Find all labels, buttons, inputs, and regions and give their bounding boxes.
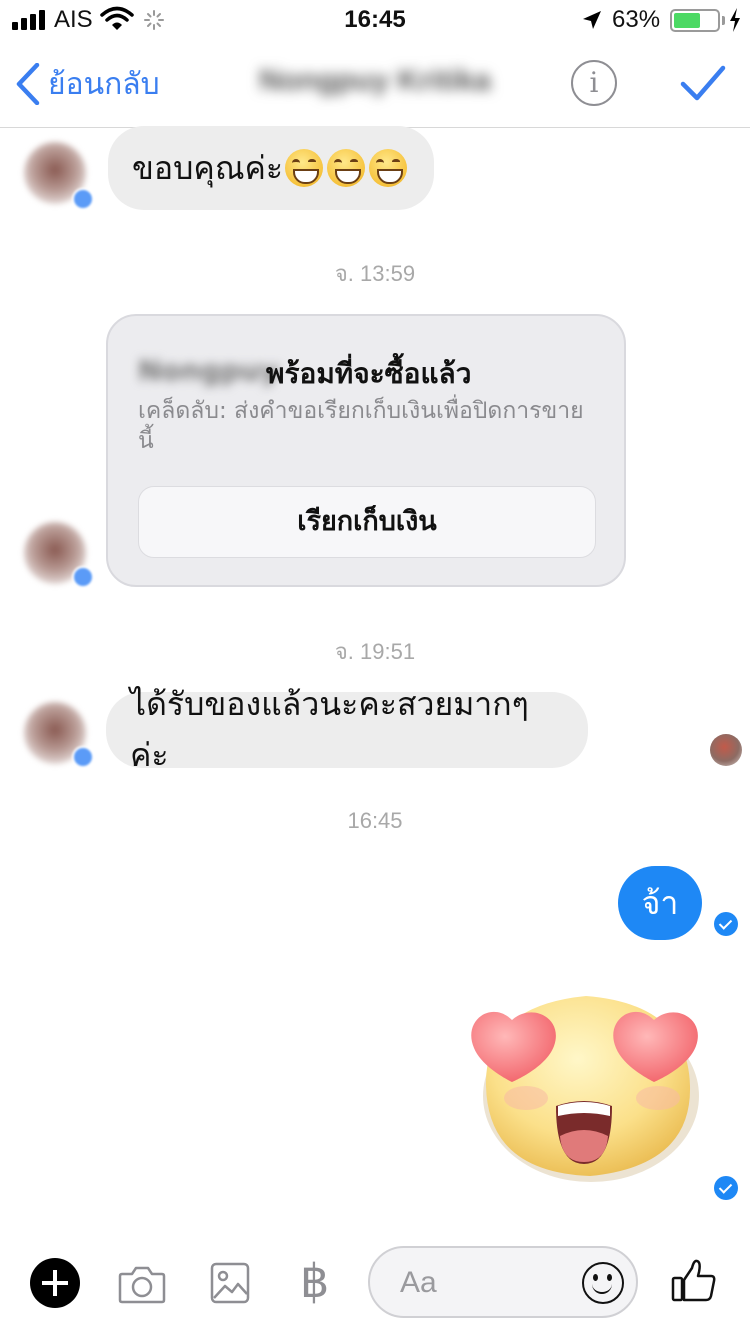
heart-eyes-sticker-icon[interactable] xyxy=(466,986,700,1186)
messenger-badge-icon xyxy=(72,566,94,588)
delivered-check-icon xyxy=(714,1176,738,1200)
battery-icon xyxy=(670,9,720,32)
conversation-header: ย้อนกลับ Nongpuy Kritika i xyxy=(0,40,750,128)
request-payment-button[interactable]: เรียกเก็บเงิน xyxy=(138,486,596,558)
incoming-message[interactable]: ได้รับของแล้วนะคะสวยมากๆค่ะ xyxy=(106,685,588,774)
camera-icon[interactable] xyxy=(118,1264,166,1304)
card-title: พร้อมที่จะซื้อแล้ว xyxy=(266,357,472,390)
ready-to-buy-card: Nongpuy พร้อมที่จะซื้อแล้ว เคล็ดลับ: ส่ง… xyxy=(106,314,626,587)
battery-percent: 63% xyxy=(612,6,661,33)
battery-cap xyxy=(722,16,725,25)
info-icon[interactable]: i xyxy=(571,60,617,106)
charging-bolt-icon xyxy=(730,8,740,32)
thumbs-up-icon[interactable] xyxy=(670,1256,718,1304)
plus-icon[interactable] xyxy=(30,1258,80,1308)
card-tip: เคล็ดลับ: ส่งคำขอเรียกเก็บเงินเพื่อปิดกา… xyxy=(138,398,584,454)
message-text: ขอบคุณค่ะ xyxy=(132,148,284,187)
message-text: ได้รับของแล้วนะคะสวยมากๆค่ะ xyxy=(130,685,529,774)
grin-emoji-icon xyxy=(369,149,408,187)
delivered-check-icon xyxy=(714,912,738,936)
grin-emoji-icon xyxy=(327,149,366,187)
read-receipt-avatar xyxy=(710,734,742,766)
grin-emoji-icon xyxy=(285,149,324,187)
status-bar: AIS 16:45 63% xyxy=(0,0,750,40)
emoji-icon[interactable] xyxy=(582,1262,624,1304)
baht-icon[interactable]: ฿ xyxy=(300,1254,329,1308)
outgoing-message[interactable]: จ้า xyxy=(618,866,702,940)
messenger-badge-icon xyxy=(72,188,94,210)
back-button[interactable]: ย้อนกลับ xyxy=(16,62,160,106)
location-icon xyxy=(583,11,601,29)
back-label: ย้อนกลับ xyxy=(48,66,160,102)
image-icon[interactable] xyxy=(210,1262,250,1304)
card-sender-name: Nongpuy xyxy=(138,354,279,387)
contact-name[interactable]: Nongpuy Kritika xyxy=(250,64,500,98)
message-composer: ฿ Aa xyxy=(0,1232,750,1334)
message-input[interactable]: Aa xyxy=(368,1246,638,1318)
timestamp: จ. 19:51 xyxy=(334,639,416,664)
input-placeholder: Aa xyxy=(400,1266,437,1299)
back-chevron-icon xyxy=(16,63,40,105)
battery-level xyxy=(674,13,700,28)
checkmark-icon[interactable] xyxy=(680,64,726,104)
messenger-badge-icon xyxy=(72,746,94,768)
timestamp: จ. 13:59 xyxy=(334,261,416,286)
timestamp: 16:45 xyxy=(347,808,403,833)
incoming-message[interactable]: ขอบคุณค่ะ xyxy=(108,126,434,210)
